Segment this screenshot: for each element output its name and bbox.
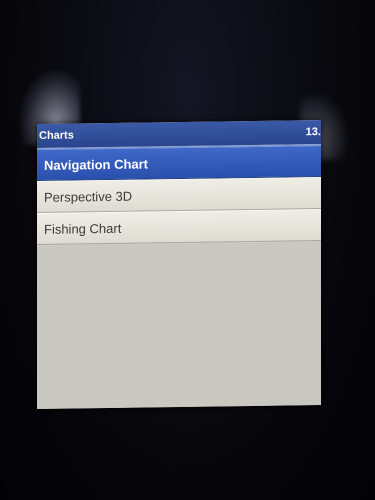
menu-item-label: Navigation Chart: [44, 155, 149, 173]
window-title: Charts: [39, 129, 74, 142]
charts-menu: Navigation Chart Perspective 3D Fishing …: [37, 145, 321, 245]
device-screen: Charts 13.0 Navigation Chart Perspective…: [37, 120, 321, 409]
menu-item-label: Perspective 3D: [44, 188, 133, 205]
empty-panel: [37, 242, 321, 409]
menu-item-perspective-3d[interactable]: Perspective 3D: [37, 177, 321, 213]
clock: 13.0: [305, 125, 321, 139]
menu-item-navigation-chart[interactable]: Navigation Chart: [37, 145, 321, 181]
menu-item-label: Fishing Chart: [44, 220, 122, 237]
device-photo: Charts 13.0 Navigation Chart Perspective…: [0, 0, 375, 500]
menu-item-fishing-chart[interactable]: Fishing Chart: [37, 209, 321, 245]
